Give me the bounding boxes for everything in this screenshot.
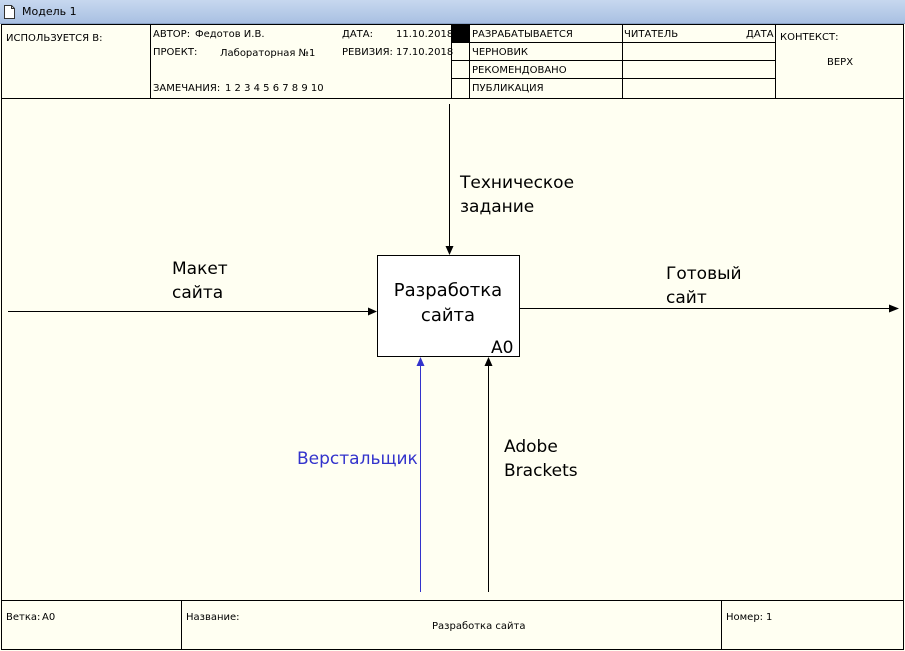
mechanism-1-label-line1: Верстальщик <box>297 449 418 469</box>
revision-label: РЕВИЗИЯ: <box>342 47 393 58</box>
mechanism-2-label-line1: Adobe <box>504 437 558 457</box>
number-label: Номер: <box>726 612 764 623</box>
mechanism-2-label-line2: Brackets <box>504 461 578 481</box>
name-label: Название: <box>186 612 240 623</box>
author-label: АВТОР: <box>153 29 191 40</box>
date-value: 11.10.2018 <box>396 29 454 40</box>
control-label-line2: задание <box>460 197 535 217</box>
input-arrow-label[interactable]: Макет сайта <box>172 257 228 305</box>
node-label: Ветка: <box>6 612 41 623</box>
status-draft: ЧЕРНОВИК <box>472 47 529 58</box>
name-value: Разработка сайта <box>432 621 526 632</box>
status-recommended: РЕКОМЕНДОВАНО <box>472 65 567 76</box>
context-value: ВЕРХ <box>827 57 854 68</box>
input-label-line2: сайта <box>172 283 224 303</box>
output-label-line2: сайт <box>666 288 707 308</box>
output-arrow-label[interactable]: Готовый сайт <box>666 262 742 310</box>
control-arrowhead <box>445 246 454 255</box>
reader-label: ЧИТАТЕЛЬ <box>624 29 679 40</box>
status-marker <box>452 25 469 42</box>
revision-value: 17.10.2018 <box>396 47 454 58</box>
status-publication: ПУБЛИКАЦИЯ <box>472 83 544 94</box>
activity-title: Разработка сайта <box>378 278 518 328</box>
reader-date-label: ДАТА <box>746 29 774 40</box>
activity-title-line2: сайта <box>420 305 476 326</box>
window-title: Модель 1 <box>22 5 77 18</box>
output-arrowhead <box>889 304 899 313</box>
mechanism-1-arrowhead <box>416 357 425 366</box>
notes-label: ЗАМЕЧАНИЯ: <box>153 83 221 94</box>
project-label: ПРОЕКТ: <box>153 47 198 58</box>
author-value: Федотов И.В. <box>195 29 265 40</box>
mechanism-2-arrow-label[interactable]: Adobe Brackets <box>504 435 578 483</box>
used-in-label: ИСПОЛЬЗУЕТСЯ В: <box>6 33 103 44</box>
input-arrowhead <box>368 307 377 316</box>
mechanism-1-arrow-label[interactable]: Верстальщик <box>297 447 418 471</box>
activity-number: А0 <box>491 338 514 358</box>
window-titlebar[interactable]: Модель 1 <box>0 0 905 24</box>
mechanism-2-arrowhead <box>484 357 493 366</box>
node-value: А0 <box>42 612 56 623</box>
status-in-work: РАЗРАБАТЫВАЕТСЯ <box>472 29 573 40</box>
input-label-line1: Макет <box>172 259 228 279</box>
idef0-model-window: Модель 1 ИСПОЛЬЗУЕТСЯ В: АВТОР: Федотов … <box>0 0 905 651</box>
output-label-line1: Готовый <box>666 264 742 284</box>
context-label: КОНТЕКСТ: <box>780 32 839 43</box>
project-value: Лабораторная №1 <box>220 48 316 59</box>
notes-numbers: 1 2 3 4 5 6 7 8 9 10 <box>225 83 324 94</box>
control-label-line1: Техническое <box>460 173 575 193</box>
diagram-canvas: ИСПОЛЬЗУЕТСЯ В: АВТОР: Федотов И.В. ДАТА… <box>0 24 905 651</box>
date-label: ДАТА: <box>342 29 373 40</box>
activity-title-line1: Разработка <box>393 280 503 301</box>
number-value: 1 <box>766 612 773 623</box>
control-arrow-label[interactable]: Техническое задание <box>460 171 574 219</box>
document-icon <box>4 5 15 19</box>
